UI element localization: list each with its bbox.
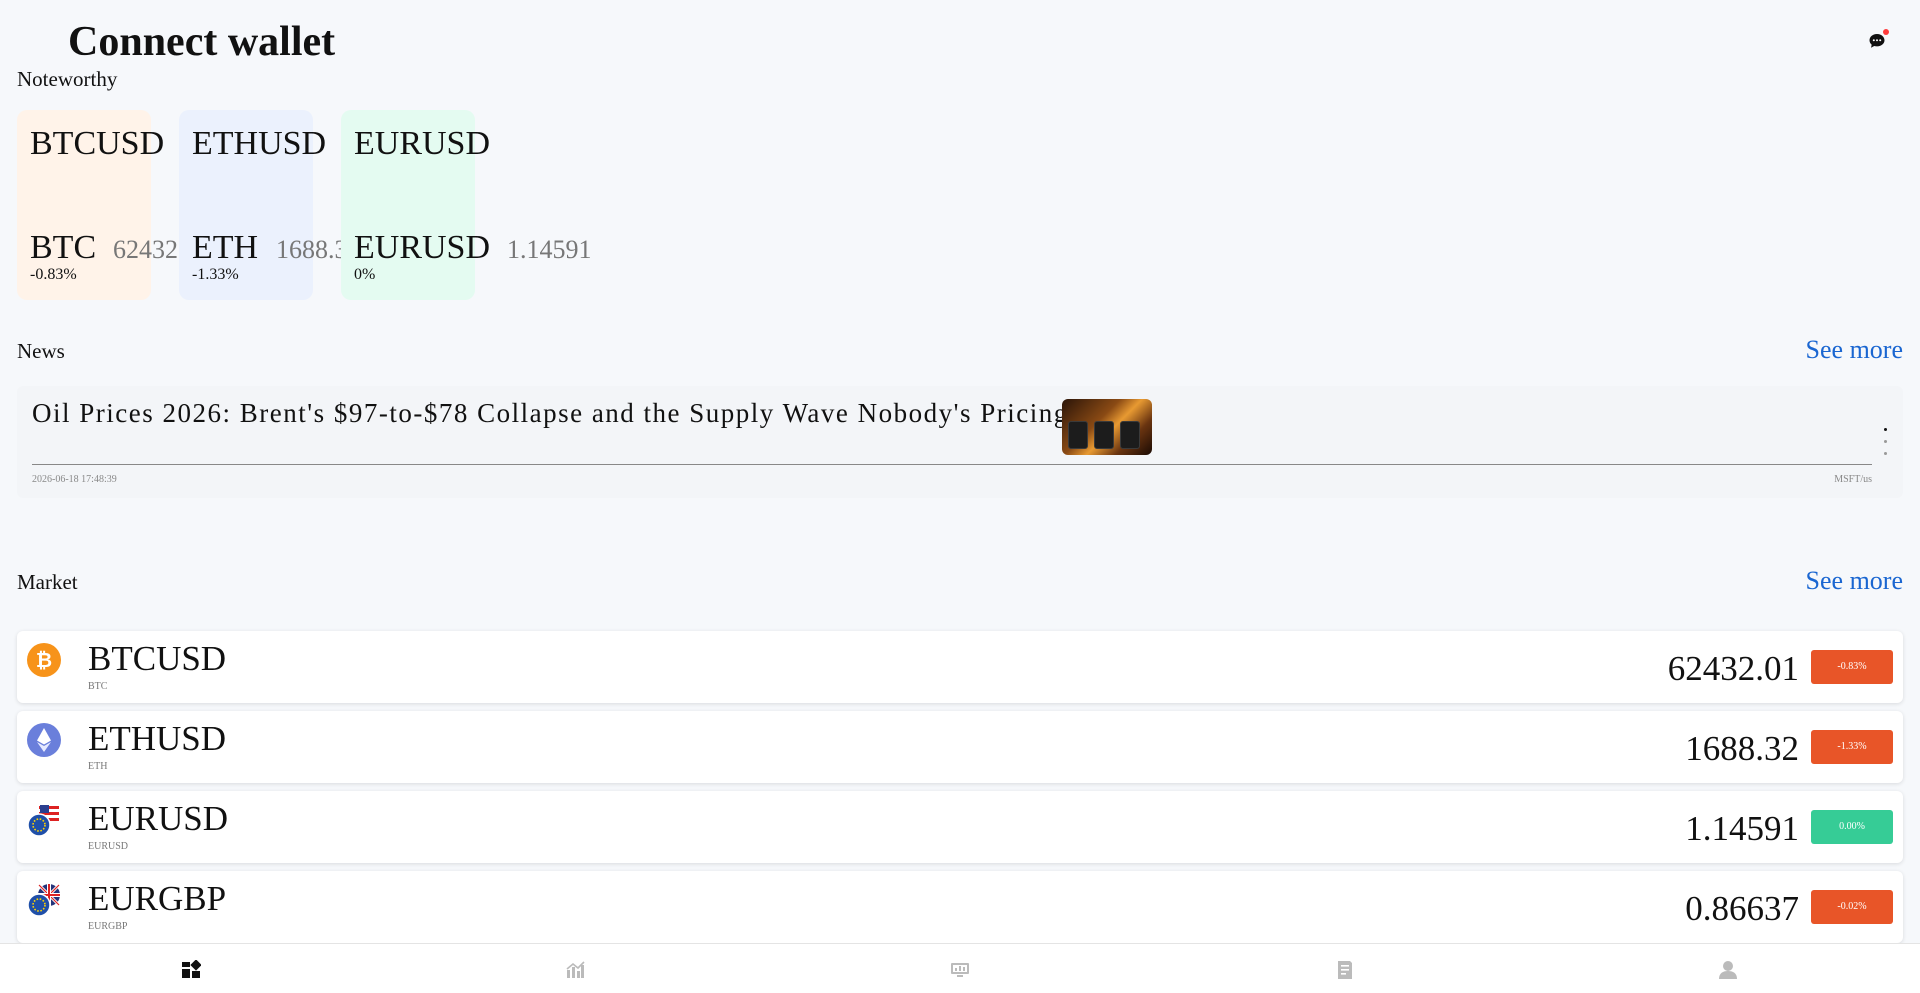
- eu-uk-flag-icon: [27, 883, 61, 917]
- card-price: 62432: [113, 235, 178, 264]
- card-symbol: EURUSD: [354, 125, 491, 162]
- more-options-icon[interactable]: [1882, 428, 1888, 462]
- market-row-ethusd[interactable]: ETHUSD ETH 1688.32 -1.33%: [17, 711, 1903, 783]
- market-sub: EURGBP: [88, 921, 128, 932]
- change-badge: 0.00%: [1811, 810, 1893, 844]
- market-price: 62432.01: [1667, 649, 1799, 688]
- card-change: -0.83%: [30, 266, 77, 283]
- profile-icon[interactable]: [1718, 960, 1738, 980]
- header: Connect wallet: [0, 0, 1920, 70]
- home-icon[interactable]: [181, 959, 202, 980]
- card-symbol: BTCUSD: [30, 125, 165, 162]
- divider: [32, 464, 1872, 465]
- trade-icon[interactable]: [950, 960, 970, 980]
- connect-wallet-button[interactable]: Connect wallet: [68, 18, 335, 66]
- news-card[interactable]: Oil Prices 2026: Brent's $97-to-$78 Coll…: [17, 386, 1903, 498]
- orders-icon[interactable]: [1335, 960, 1355, 980]
- market-sub: BTC: [88, 681, 108, 692]
- card-symbol: ETHUSD: [192, 125, 327, 162]
- card-base: ETH: [192, 229, 259, 266]
- card-change: -1.33%: [192, 266, 239, 283]
- change-badge: -1.33%: [1811, 730, 1893, 764]
- market-row-eurgbp[interactable]: EURGBP EURGBP 0.86637 -0.02%: [17, 871, 1903, 943]
- bitcoin-icon: ₿: [27, 643, 61, 677]
- noteworthy-card-eurusd[interactable]: EURUSD EURUSD 1.14591 0%: [341, 110, 592, 300]
- market-sub: EURUSD: [88, 841, 129, 852]
- news-source: MSFT/us: [1834, 474, 1872, 485]
- noteworthy-card-ethusd[interactable]: ETHUSD ETH 1688.32 -1.33%: [179, 110, 361, 300]
- change-badge: -0.02%: [1811, 890, 1893, 924]
- card-base: EURUSD: [354, 229, 491, 266]
- market-price: 0.86637: [1685, 889, 1799, 928]
- market-price: 1688.32: [1685, 729, 1799, 768]
- market-sub: ETH: [88, 761, 108, 772]
- news-see-more-link[interactable]: See more: [1806, 334, 1903, 366]
- market-row-eurusd[interactable]: EURUSD EURUSD 1.14591 0.00%: [17, 791, 1903, 863]
- ethereum-icon: [27, 723, 61, 757]
- card-base: BTC: [30, 229, 97, 266]
- bottom-nav: [0, 943, 1920, 993]
- market-see-more-link[interactable]: See more: [1806, 565, 1903, 597]
- market-row-btcusd[interactable]: ₿ BTCUSD BTC 62432.01 -0.83%: [17, 631, 1903, 703]
- eu-us-flag-icon: [27, 803, 61, 837]
- news-timestamp: 2026-06-18 17:48:39: [32, 474, 117, 485]
- news-label: News: [17, 339, 65, 363]
- market-symbol: ETHUSD: [88, 719, 227, 758]
- market-label: Market: [17, 570, 78, 594]
- change-badge: -0.83%: [1811, 650, 1893, 684]
- card-price: 1.14591: [507, 235, 592, 264]
- chart-icon[interactable]: [565, 960, 585, 980]
- chat-icon[interactable]: [1868, 29, 1889, 50]
- news-thumbnail[interactable]: [1062, 399, 1152, 455]
- news-title[interactable]: Oil Prices 2026: Brent's $97-to-$78 Coll…: [32, 396, 1069, 430]
- market-symbol: EURUSD: [88, 799, 229, 838]
- noteworthy-card-btcusd[interactable]: BTCUSD BTC 62432 -0.83%: [17, 110, 178, 300]
- market-price: 1.14591: [1685, 809, 1799, 848]
- market-symbol: BTCUSD: [88, 639, 227, 678]
- svg-text:₿: ₿: [36, 648, 52, 672]
- card-change: 0%: [354, 266, 376, 283]
- noteworthy-label: Noteworthy: [17, 67, 118, 91]
- notification-dot: [1883, 29, 1889, 35]
- market-symbol: EURGBP: [88, 879, 227, 918]
